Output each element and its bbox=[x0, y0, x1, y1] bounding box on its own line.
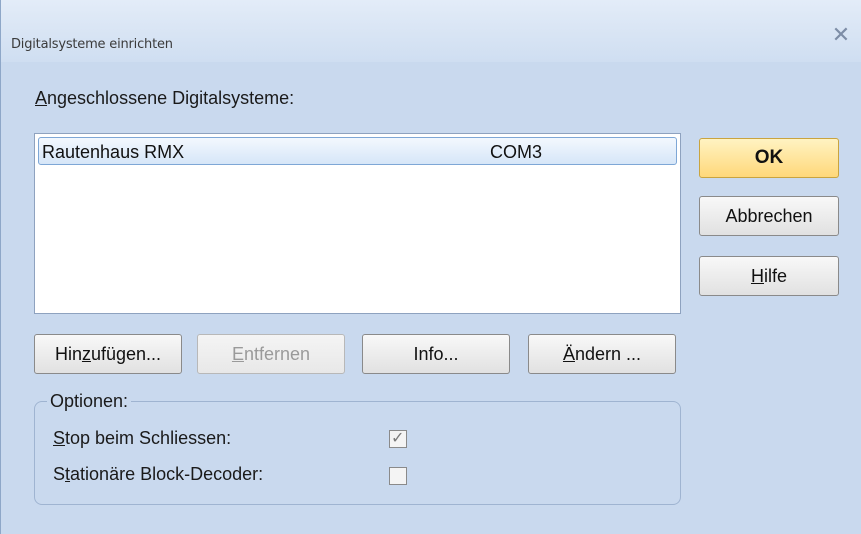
options-group bbox=[34, 401, 681, 505]
window-title: Digitalsysteme einrichten bbox=[11, 37, 173, 52]
digital-systems-list[interactable]: Rautenhaus RMX COM3 bbox=[34, 133, 681, 314]
stop-on-close-label: Stop beim Schliessen: bbox=[53, 428, 232, 448]
cancel-button[interactable]: Abbrechen bbox=[699, 196, 839, 236]
list-item[interactable]: Rautenhaus RMX COM3 bbox=[38, 137, 677, 165]
checkmark-icon: ✓ bbox=[391, 430, 405, 447]
title-bar: Digitalsysteme einrichten ✕ bbox=[1, 0, 861, 62]
close-icon[interactable]: ✕ bbox=[829, 23, 853, 47]
ok-button[interactable]: OK bbox=[699, 138, 839, 178]
stationary-decoder-checkbox[interactable]: ✓ bbox=[389, 467, 407, 485]
add-button[interactable]: Hinzufügen... bbox=[34, 334, 182, 374]
info-button[interactable]: Info... bbox=[362, 334, 510, 374]
stop-on-close-checkbox[interactable]: ✓ bbox=[389, 430, 407, 448]
system-port: COM3 bbox=[490, 142, 543, 162]
dialog-window: Digitalsysteme einrichten ✕ Angeschlosse… bbox=[0, 0, 861, 534]
options-legend: Optionen: bbox=[47, 391, 132, 412]
change-button[interactable]: Ändern ... bbox=[528, 334, 676, 374]
connected-systems-label: Angeschlossene Digitalsysteme: bbox=[35, 88, 295, 108]
help-button[interactable]: Hilfe bbox=[699, 256, 839, 296]
remove-button[interactable]: Entfernen bbox=[197, 334, 345, 374]
system-name: Rautenhaus RMX bbox=[42, 142, 185, 162]
stationary-decoder-label: Stationäre Block-Decoder: bbox=[53, 464, 264, 484]
